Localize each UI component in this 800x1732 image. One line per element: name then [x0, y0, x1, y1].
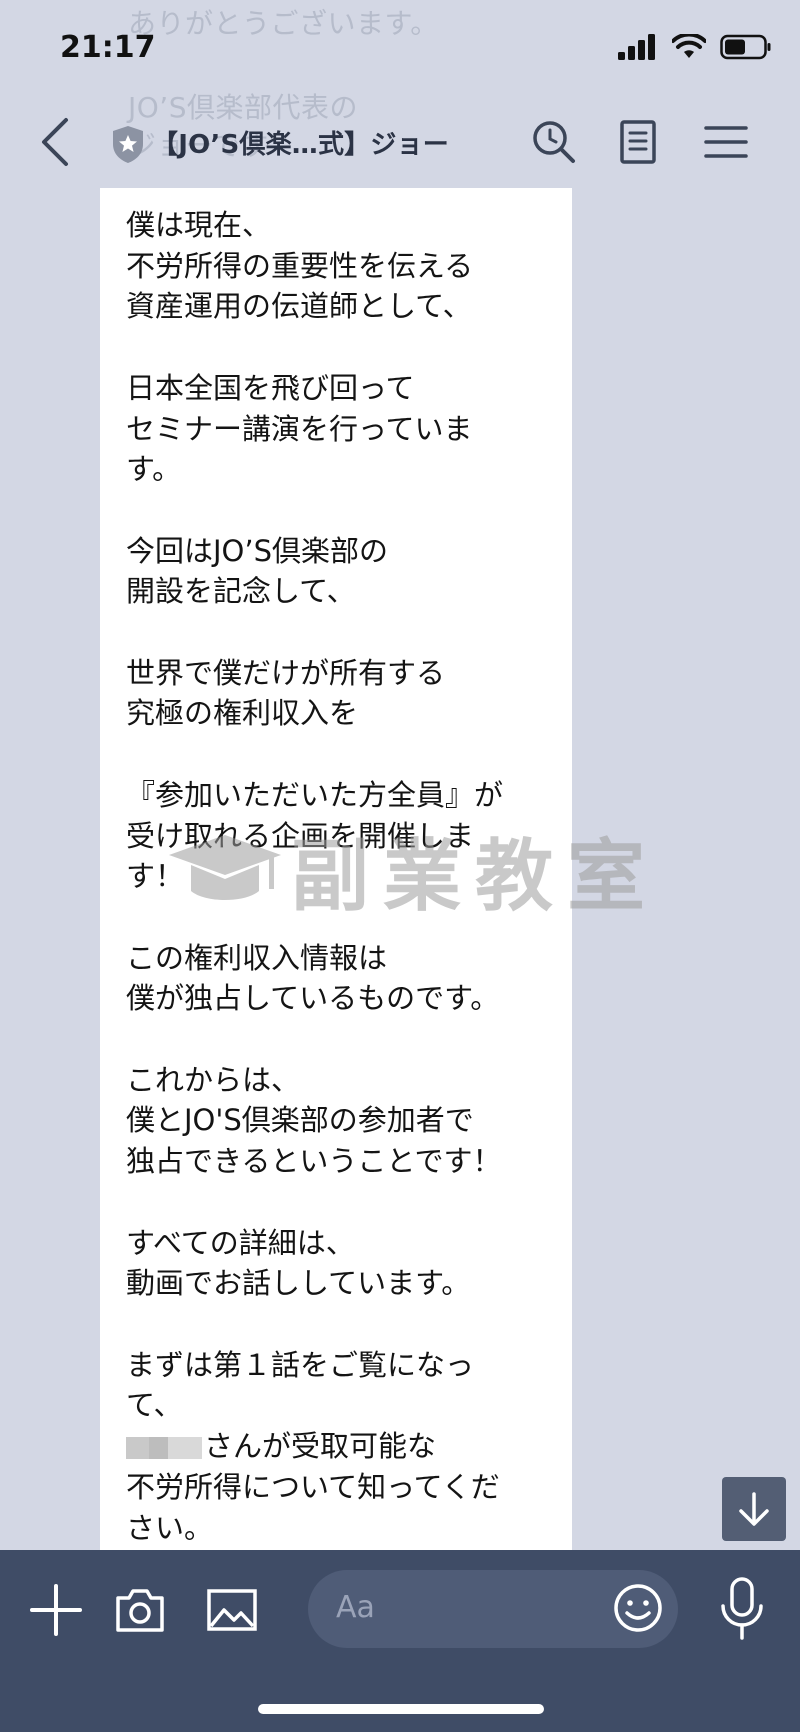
chat-title[interactable]: 【JO’S倶楽…式】ジョー: [152, 124, 449, 161]
message-text-part: 僕は現在、 不労所得の重要性を伝える 資産運用の伝道師として、 日本全国を飛び回…: [126, 208, 504, 1423]
chat-header: 【JO’S倶楽…式】ジョー: [0, 96, 800, 188]
blurred-username: [126, 1437, 202, 1460]
arrow-down-icon: [739, 1492, 769, 1526]
input-toolbar: Aa: [0, 1550, 800, 1732]
camera-icon[interactable]: [112, 1582, 168, 1638]
signal-icon: [618, 34, 655, 60]
message-input[interactable]: Aa: [308, 1570, 678, 1648]
plus-icon[interactable]: [28, 1582, 84, 1638]
scroll-to-bottom-button[interactable]: [722, 1477, 786, 1541]
chevron-left-icon[interactable]: [36, 116, 76, 168]
status-bar: 21:17: [0, 0, 800, 96]
hamburger-icon[interactable]: [702, 118, 750, 166]
message-text: 僕は現在、 不労所得の重要性を伝える 資産運用の伝道師として、 日本全国を飛び回…: [126, 205, 556, 1548]
status-time: 21:17: [60, 30, 156, 65]
image-icon[interactable]: [204, 1582, 260, 1638]
status-icons: [618, 34, 772, 60]
home-indicator[interactable]: [258, 1704, 544, 1714]
microphone-icon[interactable]: [714, 1576, 770, 1642]
message-input-placeholder: Aa: [336, 1590, 375, 1625]
search-icon[interactable]: [530, 118, 578, 166]
battery-icon: [720, 34, 771, 60]
shield-star-icon: [113, 126, 143, 163]
wifi-icon: [672, 34, 706, 58]
note-icon[interactable]: [614, 118, 662, 166]
smiley-icon[interactable]: [612, 1582, 664, 1634]
